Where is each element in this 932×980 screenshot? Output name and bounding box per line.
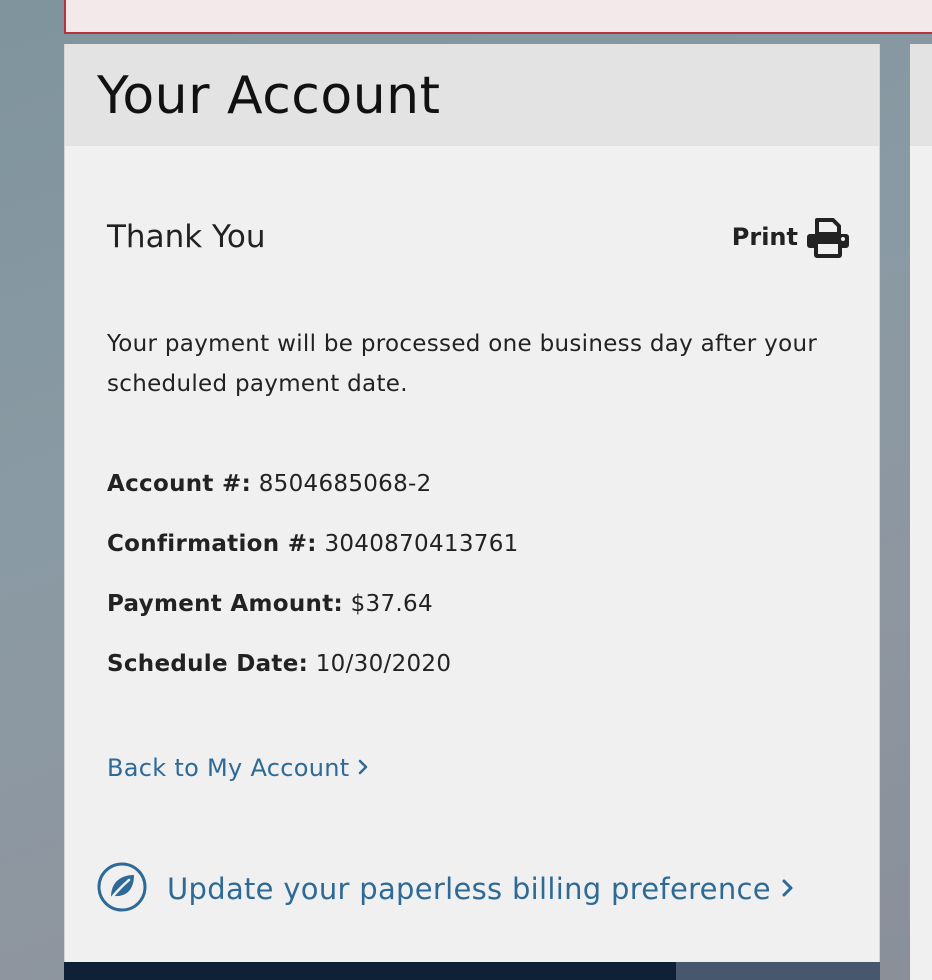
detail-schedule-date: Schedule Date: 10/30/2020 xyxy=(107,644,519,704)
detail-label: Confirmation #: xyxy=(107,531,317,557)
detail-value: $37.64 xyxy=(350,591,433,617)
account-card: Your Account Thank You Print Your paymen… xyxy=(64,44,880,980)
paperless-link-label: Update your paperless billing preference xyxy=(167,872,771,906)
thank-you-row: Thank You Print xyxy=(107,216,851,258)
printer-icon xyxy=(805,216,851,258)
payment-details: Account #: 8504685068-2 Confirmation #: … xyxy=(107,464,519,704)
page-title: Your Account xyxy=(97,66,441,126)
footer-bar xyxy=(64,962,880,980)
footer-bar-segment xyxy=(676,962,880,980)
thank-you-heading: Thank You xyxy=(107,219,266,255)
detail-confirmation-number: Confirmation #: 3040870413761 xyxy=(107,524,519,584)
back-to-account-link[interactable]: Back to My Account xyxy=(107,754,369,782)
print-label: Print xyxy=(731,223,798,251)
payment-message: Your payment will be processed one busin… xyxy=(107,331,818,397)
detail-label: Account #: xyxy=(107,471,252,497)
paperless-billing-link[interactable]: Update your paperless billing preference xyxy=(97,862,795,916)
detail-label: Schedule Date: xyxy=(107,651,309,677)
chevron-right-icon xyxy=(357,754,369,782)
back-link-label: Back to My Account xyxy=(107,754,350,782)
leaf-icon xyxy=(97,862,147,916)
alert-banner xyxy=(64,0,932,34)
detail-value: 8504685068-2 xyxy=(258,471,432,497)
side-panel xyxy=(910,44,932,980)
detail-value: 3040870413761 xyxy=(324,531,519,557)
detail-label: Payment Amount: xyxy=(107,591,343,617)
detail-account-number: Account #: 8504685068-2 xyxy=(107,464,519,524)
paperless-link-text: Update your paperless billing preference xyxy=(167,872,795,906)
chevron-right-icon xyxy=(781,872,795,906)
card-header: Your Account xyxy=(65,44,879,146)
detail-payment-amount: Payment Amount: $37.64 xyxy=(107,584,519,644)
print-button[interactable]: Print xyxy=(732,216,851,258)
detail-value: 10/30/2020 xyxy=(315,651,452,677)
side-panel-header xyxy=(910,44,932,146)
